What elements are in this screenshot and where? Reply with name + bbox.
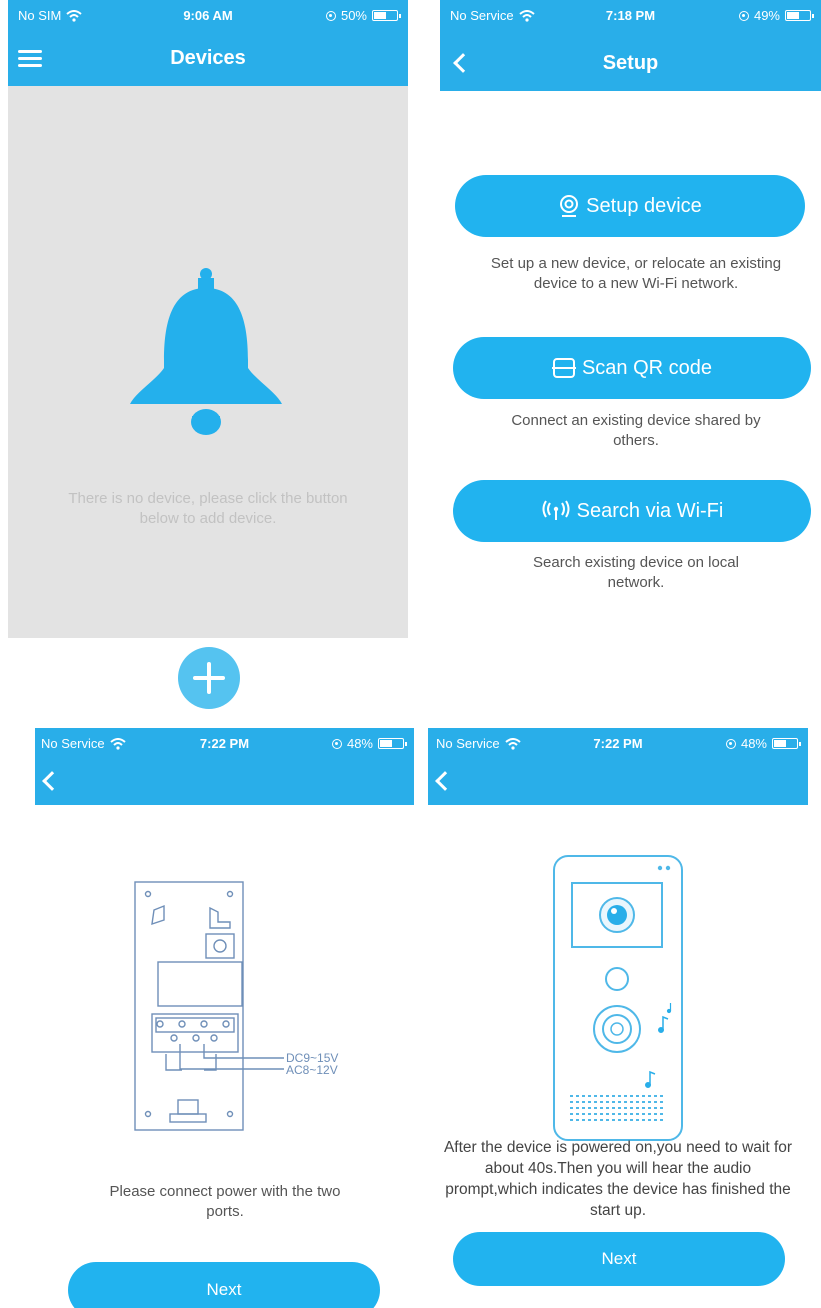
setup-device-label: Setup device — [586, 194, 702, 217]
setup-header: No Service 7:18 PM 49% Setup — [440, 0, 821, 91]
rotation-lock-icon — [738, 10, 749, 21]
setup-device-description: Set up a new device, or relocate an exis… — [490, 255, 782, 293]
instruction-header: No Service 7:22 PM 48% — [428, 728, 808, 805]
next-button[interactable]: Next — [453, 1232, 785, 1286]
devices-screen: No SIM 9:06 AM 50% Devices There is no d… — [8, 0, 408, 709]
status-bar: No Service 7:18 PM 49% — [440, 0, 821, 28]
carrier-indicator: No Service — [450, 8, 535, 23]
carrier-label: No Service — [436, 736, 500, 751]
battery-indicator: 48% — [725, 736, 801, 751]
battery-icon — [378, 738, 407, 749]
empty-state-message: There is no device, please click the but… — [68, 490, 348, 528]
instruction-header: No Service 7:22 PM 48% — [35, 728, 414, 805]
devices-header: No SIM 9:06 AM 50% Devices — [8, 0, 408, 86]
carrier-label: No Service — [450, 8, 514, 23]
status-time: 9:06 AM — [183, 8, 233, 23]
wifi-icon — [518, 9, 535, 22]
doorbell-illustration — [553, 855, 683, 1141]
battery-percent: 48% — [740, 736, 767, 751]
status-time: 7:22 PM — [593, 736, 643, 751]
bell-icon — [130, 268, 282, 435]
status-bar: No SIM 9:06 AM 50% — [8, 0, 408, 28]
battery-percent: 50% — [340, 8, 367, 23]
empty-state-panel: There is no device, please click the but… — [8, 86, 408, 638]
scan-qr-description: Connect an existing device shared by oth… — [511, 412, 761, 450]
battery-indicator: 49% — [738, 8, 814, 23]
wifi-icon — [66, 9, 82, 22]
next-button-label: Next — [206, 1280, 242, 1299]
setup-screen: No Service 7:18 PM 49% Setup Setup devic… — [440, 0, 821, 640]
back-icon[interactable] — [435, 771, 455, 791]
plus-icon — [193, 662, 225, 694]
battery-percent: 48% — [346, 736, 373, 751]
power-instruction-screen: No Service 7:22 PM 48% DC9~15V AC8~12V P… — [35, 728, 414, 1308]
startup-instruction-text: After the device is powered on,you need … — [443, 1139, 793, 1219]
add-device-button[interactable] — [178, 647, 240, 709]
status-bar: No Service 7:22 PM 48% — [428, 728, 808, 756]
battery-icon — [785, 10, 814, 21]
carrier-label: No SIM — [18, 8, 62, 23]
camera-icon — [560, 195, 579, 217]
wiring-diagram: DC9~15V AC8~12V — [134, 881, 338, 1131]
scan-qr-button[interactable]: Scan QR code — [453, 337, 811, 399]
battery-indicator: 50% — [325, 8, 401, 23]
back-icon[interactable] — [42, 771, 62, 791]
carrier-label: No Service — [41, 736, 105, 751]
carrier-indicator: No SIM — [18, 8, 82, 23]
wifi-icon — [109, 737, 126, 750]
page-title: Devices — [170, 47, 246, 69]
battery-icon — [772, 738, 801, 749]
ac-port-label: AC8~12V — [286, 1063, 338, 1077]
setup-device-button[interactable]: Setup device — [455, 175, 805, 237]
page-title: Setup — [602, 52, 659, 74]
search-wifi-description: Search existing device on local network. — [533, 554, 739, 592]
rotation-lock-icon — [325, 10, 336, 21]
carrier-indicator: No Service — [436, 736, 521, 751]
startup-instruction-screen: No Service 7:22 PM 48% After the device … — [428, 728, 808, 1308]
search-wifi-button[interactable]: Search via Wi-Fi — [453, 480, 811, 542]
next-button-label: Next — [601, 1249, 637, 1268]
carrier-indicator: No Service — [41, 736, 126, 751]
status-time: 7:18 PM — [605, 8, 656, 23]
search-wifi-label: Search via Wi-Fi — [576, 499, 724, 522]
next-button[interactable]: Next — [68, 1262, 380, 1308]
power-instruction-text: Please connect power with the two ports. — [109, 1183, 341, 1221]
scan-qr-label: Scan QR code — [581, 356, 713, 379]
status-time: 7:22 PM — [199, 736, 250, 751]
rotation-lock-icon — [725, 738, 736, 749]
wifi-icon — [504, 737, 521, 750]
qr-scan-icon — [551, 358, 576, 378]
battery-icon — [372, 10, 401, 21]
status-bar: No Service 7:22 PM 48% — [35, 728, 414, 756]
battery-indicator: 48% — [331, 736, 407, 751]
wifi-signal-icon — [542, 500, 570, 520]
battery-percent: 49% — [753, 8, 780, 23]
rotation-lock-icon — [331, 738, 342, 749]
